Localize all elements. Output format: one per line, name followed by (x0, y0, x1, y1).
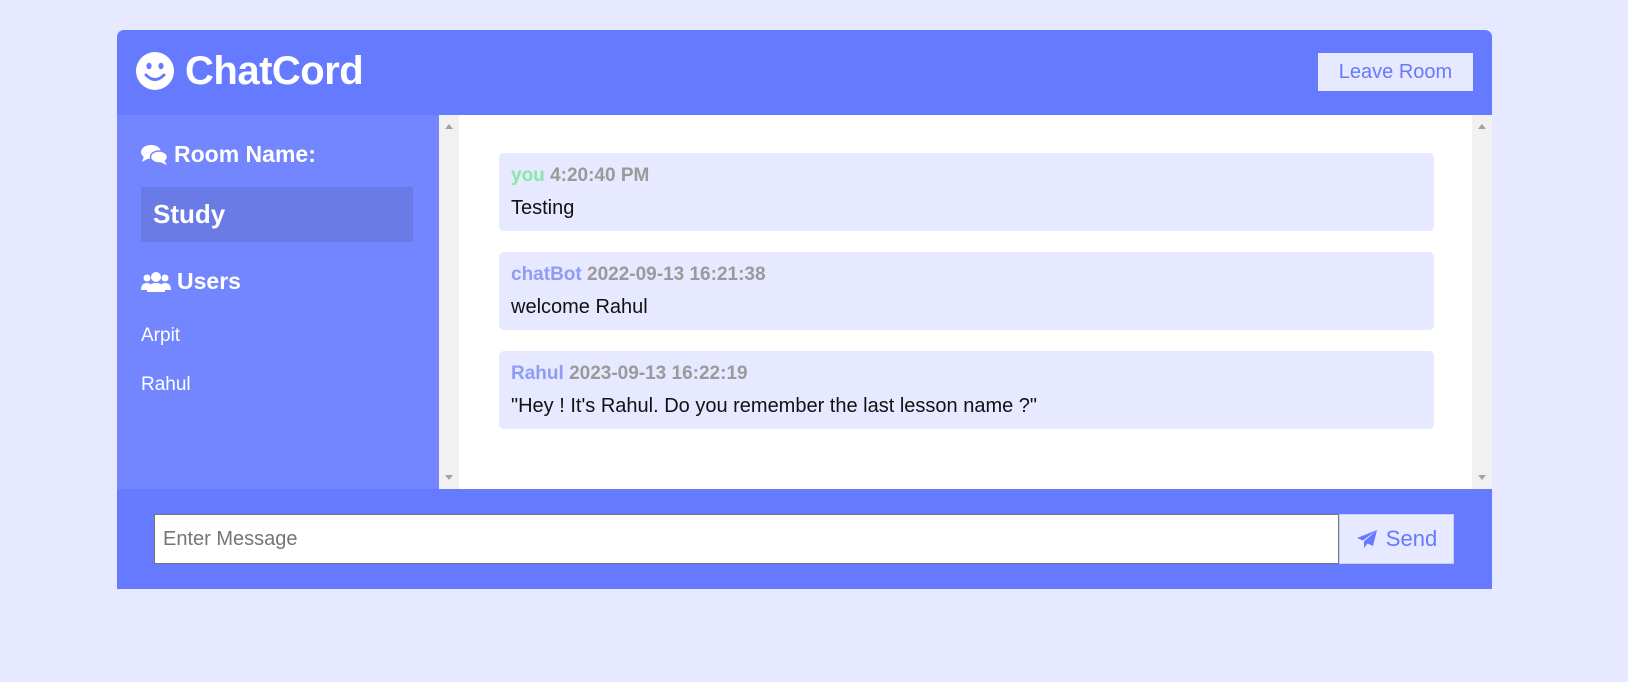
message-author: you (511, 165, 545, 186)
scrollbar-right[interactable] (1472, 115, 1492, 489)
message-time: 4:20:40 PM (550, 165, 650, 186)
smile-icon (135, 51, 175, 91)
send-label: Send (1385, 526, 1438, 551)
message: chatBot 2022-09-13 16:21:38 welcome Rahu… (499, 252, 1434, 330)
scroll-down-icon[interactable] (1478, 475, 1486, 480)
message-input[interactable] (154, 514, 1339, 564)
comments-icon (141, 144, 174, 166)
message-text: Testing (511, 197, 575, 219)
sidebar: Room Name: Study Users Arpit Rahul (117, 115, 439, 489)
message-meta: Rahul 2023-09-13 16:22:19 (511, 363, 1422, 385)
paper-plane-icon (1356, 529, 1386, 549)
room-name-value: Study (141, 187, 413, 242)
scroll-up-icon[interactable] (445, 124, 453, 129)
send-button[interactable]: Send (1339, 514, 1454, 564)
message-meta: you 4:20:40 PM (511, 165, 1422, 187)
scroll-down-icon[interactable] (445, 475, 453, 480)
user-list: Arpit Rahul (141, 325, 191, 423)
users-label: Users (177, 268, 241, 294)
user-item: Arpit (141, 325, 181, 346)
users-heading: Users (141, 268, 241, 295)
room-name-label: Room Name: (174, 141, 316, 167)
scrollbar-left[interactable] (439, 115, 459, 489)
room-name-heading: Room Name: (141, 141, 316, 168)
message-author: chatBot (511, 264, 582, 285)
chat-messages[interactable]: you 4:20:40 PM Testing chatBot 2022-09-1… (439, 115, 1492, 489)
message-text: "Hey ! It's Rahul. Do you remember the l… (511, 395, 1038, 417)
message-author: Rahul (511, 363, 564, 384)
message: Rahul 2023-09-13 16:22:19 "Hey ! It's Ra… (499, 351, 1434, 429)
app-title: ChatCord (185, 48, 364, 93)
message-meta: chatBot 2022-09-13 16:21:38 (511, 264, 1422, 286)
message-time: 2022-09-13 16:21:38 (587, 264, 766, 285)
logo: ChatCord (135, 48, 364, 93)
leave-room-button[interactable]: Leave Room (1318, 53, 1473, 91)
message-time: 2023-09-13 16:22:19 (569, 363, 748, 384)
message: you 4:20:40 PM Testing (499, 153, 1434, 231)
scroll-up-icon[interactable] (1478, 124, 1486, 129)
chat-header: ChatCord Leave Room (117, 30, 1492, 115)
message-text: welcome Rahul (511, 296, 648, 318)
user-item: Rahul (141, 374, 191, 395)
chat-form-container: Send (117, 489, 1492, 589)
users-icon (141, 271, 177, 293)
chat-container: ChatCord Leave Room Room Name: Study Use… (117, 30, 1492, 589)
